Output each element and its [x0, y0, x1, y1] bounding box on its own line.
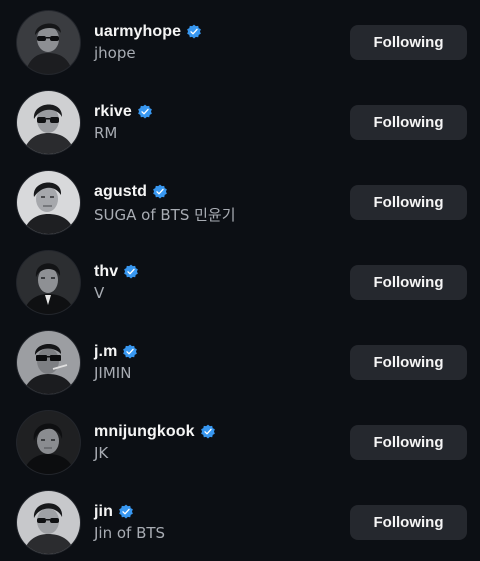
full-name: JK — [94, 444, 109, 462]
following-button[interactable]: Following — [350, 25, 467, 60]
following-list: uarmyhope jhope Following rkive RM Follo… — [0, 0, 480, 561]
account-text: agustd SUGA of BTS 민윤기 — [94, 181, 334, 225]
full-name: RM — [94, 124, 118, 142]
username[interactable]: j.m — [94, 343, 117, 361]
username[interactable]: mnijungkook — [94, 423, 195, 441]
username[interactable]: thv — [94, 263, 118, 281]
profile-photo — [17, 251, 80, 314]
profile-photo — [17, 411, 80, 474]
verified-badge-icon — [123, 264, 139, 280]
profile-photo — [17, 331, 80, 394]
following-button[interactable]: Following — [350, 185, 467, 220]
following-button[interactable]: Following — [350, 345, 467, 380]
profile-photo — [17, 491, 80, 554]
account-text: j.m JIMIN — [94, 341, 334, 382]
username[interactable]: uarmyhope — [94, 23, 181, 41]
username[interactable]: jin — [94, 503, 113, 521]
following-button[interactable]: Following — [350, 505, 467, 540]
account-text: uarmyhope jhope — [94, 21, 334, 62]
avatar[interactable] — [17, 251, 80, 314]
list-item[interactable]: rkive RM Following — [0, 81, 480, 161]
account-text: jin Jin of BTS — [94, 501, 334, 542]
verified-badge-icon — [137, 104, 153, 120]
verified-badge-icon — [122, 344, 138, 360]
username[interactable]: rkive — [94, 103, 132, 121]
account-text: rkive RM — [94, 101, 334, 142]
following-button[interactable]: Following — [350, 425, 467, 460]
avatar[interactable] — [17, 491, 80, 554]
profile-photo — [17, 171, 80, 234]
list-item[interactable]: uarmyhope jhope Following — [0, 1, 480, 81]
verified-badge-icon — [118, 504, 134, 520]
avatar[interactable] — [17, 331, 80, 394]
profile-photo — [17, 11, 80, 74]
username[interactable]: agustd — [94, 183, 147, 201]
profile-photo — [17, 91, 80, 154]
avatar[interactable] — [17, 91, 80, 154]
full-name: JIMIN — [94, 364, 132, 382]
verified-badge-icon — [200, 424, 216, 440]
following-button[interactable]: Following — [350, 105, 467, 140]
list-item[interactable]: mnijungkook JK Following — [0, 401, 480, 481]
account-text: thv V — [94, 261, 334, 302]
full-name: jhope — [94, 44, 136, 62]
following-button[interactable]: Following — [350, 265, 467, 300]
account-text: mnijungkook JK — [94, 421, 334, 462]
list-item[interactable]: jin Jin of BTS Following — [0, 481, 480, 561]
list-item[interactable]: j.m JIMIN Following — [0, 321, 480, 401]
full-name: SUGA of BTS 민윤기 — [94, 206, 236, 224]
list-item[interactable]: thv V Following — [0, 241, 480, 321]
avatar[interactable] — [17, 11, 80, 74]
verified-badge-icon — [152, 184, 168, 200]
verified-badge-icon — [186, 24, 202, 40]
full-name: V — [94, 284, 105, 302]
avatar[interactable] — [17, 411, 80, 474]
avatar[interactable] — [17, 171, 80, 234]
list-item[interactable]: agustd SUGA of BTS 민윤기 Following — [0, 161, 480, 241]
full-name: Jin of BTS — [94, 524, 166, 542]
